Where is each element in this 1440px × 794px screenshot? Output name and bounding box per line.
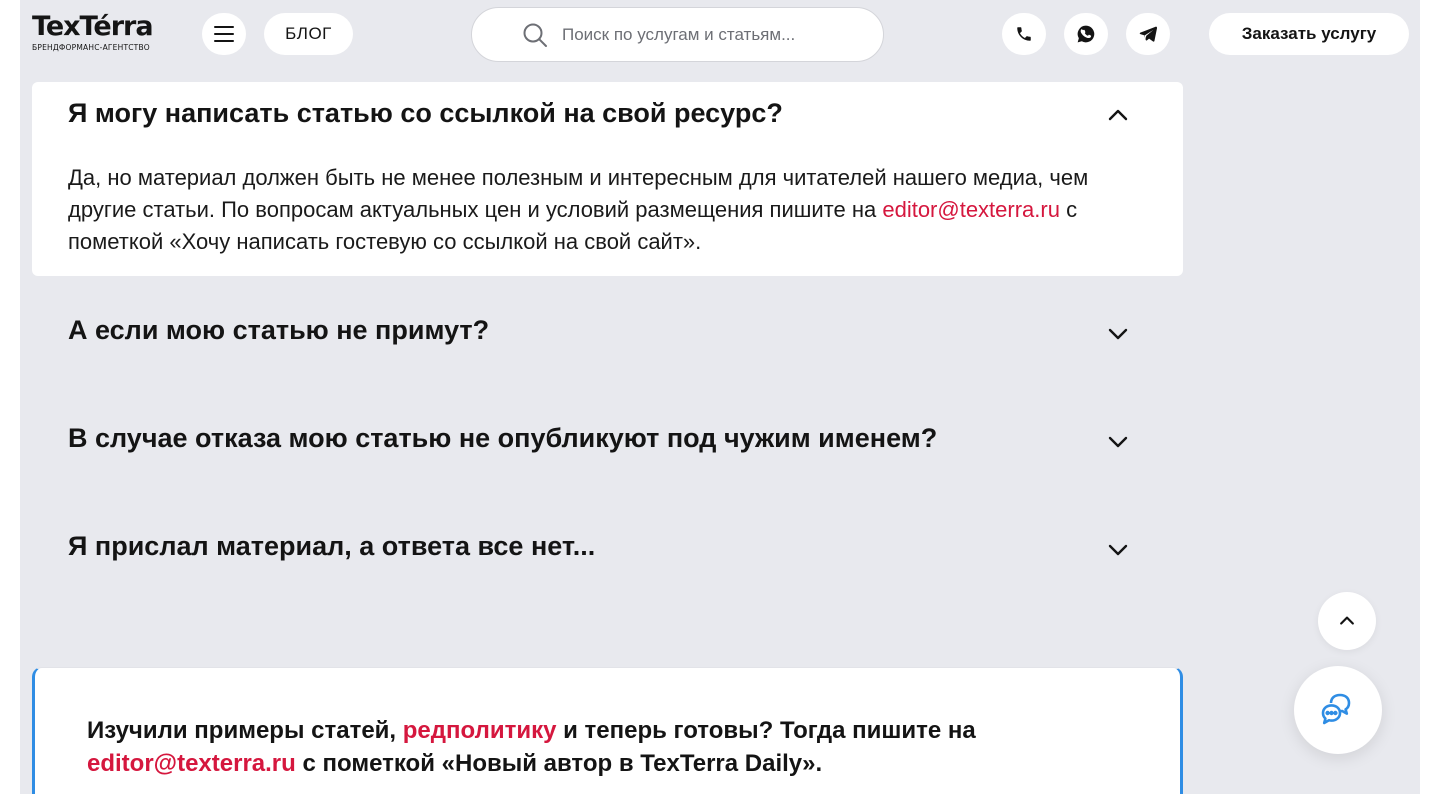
search-bar[interactable] xyxy=(471,7,884,62)
callout-text-part: с пометкой «Новый автор в TexTerra Daily… xyxy=(295,750,823,777)
phone-icon xyxy=(1017,27,1031,41)
telegram-button[interactable] xyxy=(1126,13,1170,55)
chevron-up-icon[interactable] xyxy=(1106,103,1130,127)
logo-subtitle: БРЕНДФОРМАНС-АГЕНТСТВО xyxy=(32,43,150,52)
site-header: TexTérra БРЕНДФОРМАНС-АГЕНТСТВО БЛОГ Зак… xyxy=(0,0,1440,70)
chat-icon xyxy=(1321,693,1351,725)
order-service-button[interactable]: Заказать услугу xyxy=(1209,13,1409,55)
faq-question[interactable]: А если мою статью не примут? xyxy=(68,315,489,346)
faq-question[interactable]: Я прислал материал, а ответа все нет... xyxy=(68,531,595,562)
chevron-down-icon[interactable] xyxy=(1106,322,1130,346)
chevron-down-icon[interactable] xyxy=(1106,538,1130,562)
phone-button[interactable] xyxy=(1002,13,1046,55)
telegram-icon xyxy=(1139,26,1158,42)
search-input[interactable] xyxy=(562,24,882,45)
callout-text: Изучили примеры статей, редполитику и те… xyxy=(87,714,1087,780)
whatsapp-button[interactable] xyxy=(1064,13,1108,55)
editorial-policy-link[interactable]: редполитику xyxy=(403,717,557,744)
callout-text-part: и теперь готовы? Тогда пишите на xyxy=(556,717,976,744)
logo[interactable]: TexTérra БРЕНДФОРМАНС-АГЕНТСТВО xyxy=(32,12,172,58)
email-link[interactable]: editor@texterra.ru xyxy=(87,750,296,777)
menu-icon xyxy=(214,26,234,42)
scroll-to-top-button[interactable] xyxy=(1318,592,1376,650)
whatsapp-icon xyxy=(1077,25,1095,43)
email-link[interactable]: editor@texterra.ru xyxy=(882,197,1060,222)
chevron-down-icon[interactable] xyxy=(1106,430,1130,454)
search-icon xyxy=(523,23,547,47)
faq-answer: Да, но материал должен быть не менее пол… xyxy=(68,162,1148,258)
callout-box: Изучили примеры статей, редполитику и те… xyxy=(32,667,1183,794)
chevron-up-icon xyxy=(1340,616,1354,625)
faq-question[interactable]: Я могу написать статью со ссылкой на сво… xyxy=(68,98,783,129)
chat-button[interactable] xyxy=(1294,666,1382,754)
menu-button[interactable] xyxy=(202,13,246,55)
logo-text: TexTérra xyxy=(32,11,154,42)
blog-button[interactable]: БЛОГ xyxy=(264,13,353,55)
faq-question[interactable]: В случае отказа мою статью не опубликуют… xyxy=(68,423,937,454)
callout-text-part: Изучили примеры статей, xyxy=(87,717,403,744)
